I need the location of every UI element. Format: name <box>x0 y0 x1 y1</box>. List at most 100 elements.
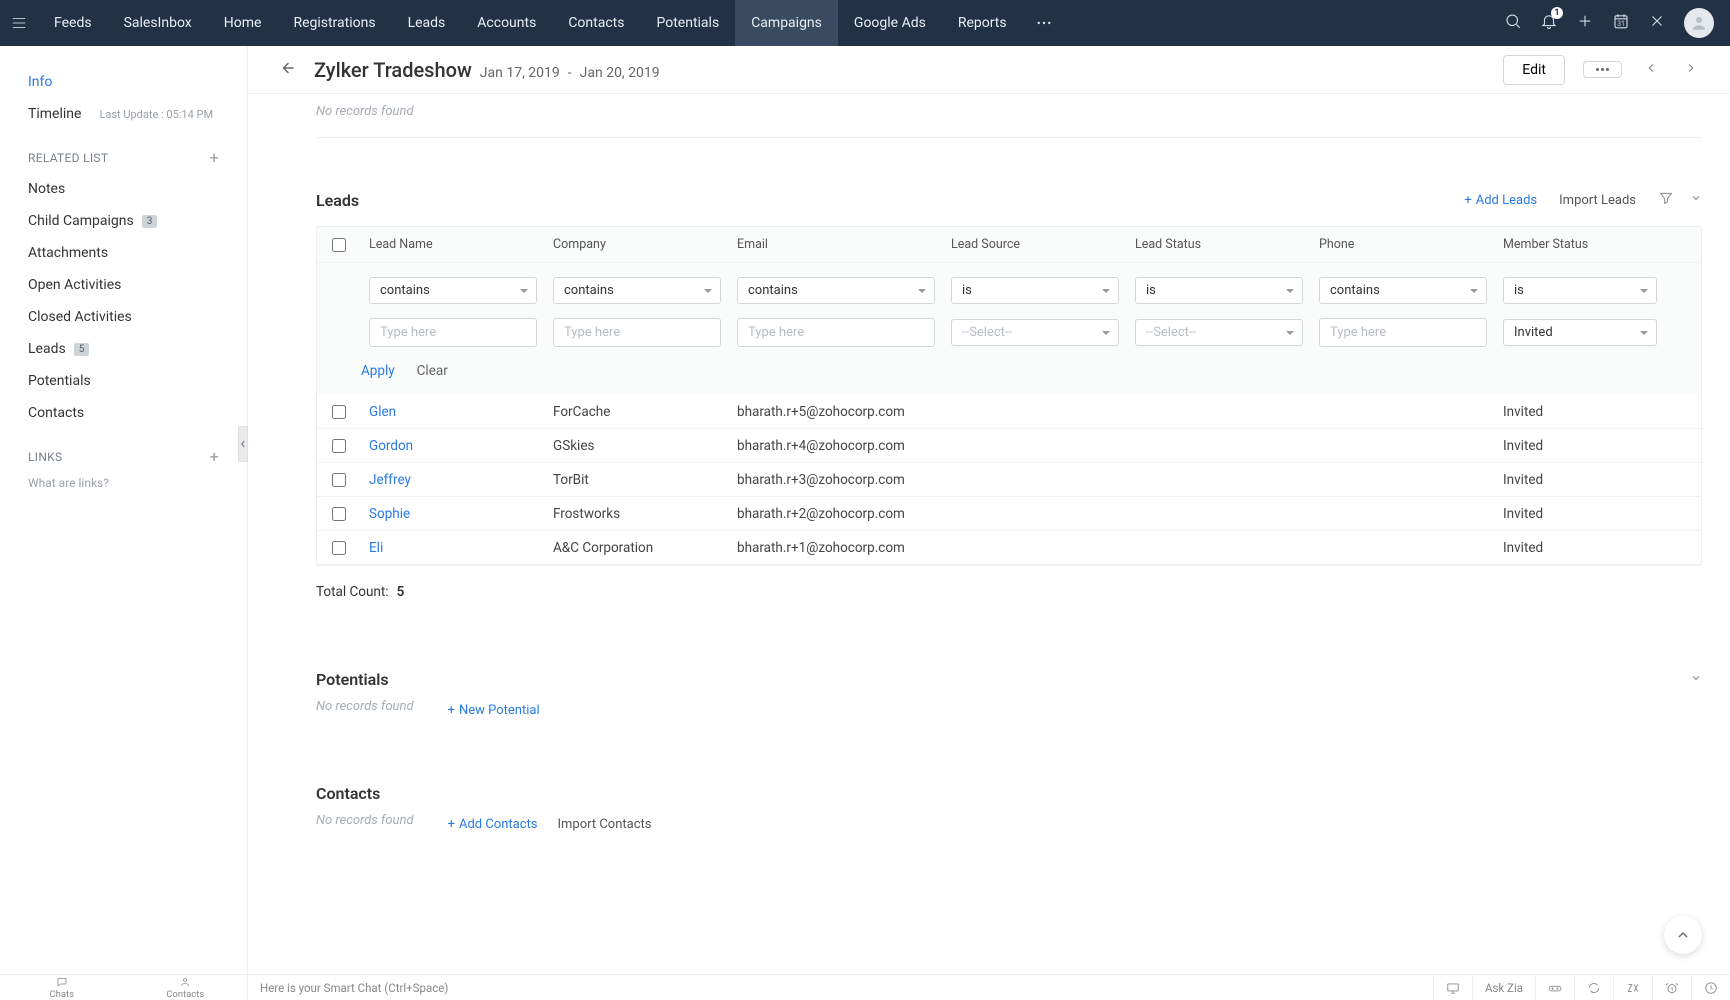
zia-logo-icon[interactable] <box>1613 975 1652 1000</box>
nav-feeds[interactable]: Feeds <box>38 0 108 46</box>
filter-op-lead-status[interactable]: is <box>1135 277 1303 304</box>
scroll-top-button[interactable] <box>1664 916 1702 954</box>
lead-name-link[interactable]: Glen <box>361 396 545 428</box>
col-company[interactable]: Company <box>545 227 729 262</box>
sidebar-item-child-campaigns[interactable]: Child Campaigns3 <box>0 205 247 237</box>
nav-google-ads[interactable]: Google Ads <box>838 0 942 46</box>
new-potential-button[interactable]: +New Potential <box>448 703 540 718</box>
avatar[interactable] <box>1684 8 1714 38</box>
filter-op-lead-source[interactable]: is <box>951 277 1119 304</box>
import-contacts-button[interactable]: Import Contacts <box>557 817 651 832</box>
sidebar-item-notes[interactable]: Notes <box>0 173 247 205</box>
row-checkbox[interactable] <box>332 439 346 453</box>
cell-email: bharath.r+5@zohocorp.com <box>729 396 943 428</box>
nav-leads[interactable]: Leads <box>392 0 462 46</box>
filter-op-lead-name[interactable]: contains <box>369 277 537 304</box>
leads-collapse-icon[interactable] <box>1690 192 1702 208</box>
filter-op-phone[interactable]: contains <box>1319 277 1487 304</box>
next-record-icon[interactable] <box>1680 57 1702 83</box>
filter-val-phone[interactable] <box>1319 318 1487 347</box>
col-lead-name[interactable]: Lead Name <box>361 227 545 262</box>
table-row[interactable]: GlenForCachebharath.r+5@zohocorp.comInvi… <box>317 395 1701 429</box>
prev-record-icon[interactable] <box>1640 57 1662 83</box>
col-phone[interactable]: Phone <box>1311 227 1495 262</box>
row-checkbox[interactable] <box>332 507 346 521</box>
nav-home[interactable]: Home <box>208 0 278 46</box>
nav-salesinbox[interactable]: SalesInbox <box>108 0 208 46</box>
alarm-icon[interactable] <box>1652 975 1691 1000</box>
nav-campaigns[interactable]: Campaigns <box>735 0 838 46</box>
nav-accounts[interactable]: Accounts <box>461 0 552 46</box>
search-icon[interactable] <box>1504 12 1522 34</box>
notifications-icon[interactable]: 1 <box>1540 12 1558 34</box>
sync-icon[interactable] <box>1574 975 1613 1000</box>
col-lead-status[interactable]: Lead Status <box>1127 227 1311 262</box>
col-lead-source[interactable]: Lead Source <box>943 227 1127 262</box>
sidebar-item-potentials[interactable]: Potentials <box>0 365 247 397</box>
sidebar-info[interactable]: Info <box>0 66 247 98</box>
ask-zia-button[interactable]: Ask Zia <box>1472 975 1535 1000</box>
col-email[interactable]: Email <box>729 227 943 262</box>
sidebar-timeline[interactable]: Timeline Last Update : 05:14 PM <box>0 98 247 130</box>
filter-val-lead-status[interactable]: --Select-- <box>1135 319 1303 346</box>
add-icon[interactable] <box>1576 12 1594 34</box>
import-leads-button[interactable]: Import Leads <box>1559 193 1636 208</box>
bottom-tab-contacts[interactable]: Contacts <box>124 975 248 1000</box>
back-arrow-icon[interactable] <box>276 58 296 82</box>
add-leads-button[interactable]: +Add Leads <box>1464 193 1537 208</box>
lead-name-link[interactable]: Jeffrey <box>361 464 545 496</box>
nav-reports[interactable]: Reports <box>942 0 1023 46</box>
row-checkbox[interactable] <box>332 405 346 419</box>
nav-contacts[interactable]: Contacts <box>552 0 640 46</box>
presentation-icon[interactable] <box>1433 975 1472 1000</box>
filter-val-company[interactable] <box>553 318 721 347</box>
gamepad-icon[interactable] <box>1535 975 1574 1000</box>
nav-potentials[interactable]: Potentials <box>640 0 735 46</box>
links-help[interactable]: What are links? <box>0 472 247 494</box>
more-actions-button[interactable] <box>1583 61 1622 78</box>
lead-name-link[interactable]: Sophie <box>361 498 545 530</box>
row-checkbox[interactable] <box>332 541 346 555</box>
filter-val-member-status[interactable]: Invited <box>1503 319 1657 346</box>
lead-name-link[interactable]: Gordon <box>361 430 545 462</box>
filter-val-lead-source[interactable]: --Select-- <box>951 319 1119 346</box>
select-all-checkbox[interactable] <box>332 238 346 252</box>
filter-icon[interactable] <box>1658 190 1674 210</box>
calendar-icon[interactable]: 31 <box>1612 12 1630 34</box>
row-checkbox[interactable] <box>332 473 346 487</box>
potentials-collapse-icon[interactable] <box>1690 672 1702 688</box>
cell-member: Invited <box>1495 498 1665 530</box>
sidebar-item-attachments[interactable]: Attachments <box>0 237 247 269</box>
sidebar-item-contacts[interactable]: Contacts <box>0 397 247 429</box>
filter-clear[interactable]: Clear <box>417 363 448 379</box>
filter-val-email[interactable] <box>737 318 935 347</box>
table-row[interactable]: EliA&C Corporationbharath.r+1@zohocorp.c… <box>317 531 1701 565</box>
sidebar-collapse-handle[interactable] <box>238 426 248 462</box>
filter-apply[interactable]: Apply <box>361 363 395 379</box>
add-related-icon[interactable]: + <box>210 148 219 167</box>
filter-op-member-status[interactable]: is <box>1503 277 1657 304</box>
content-scroll[interactable]: No records found Leads +Add Leads Import… <box>248 94 1730 974</box>
hamburger-icon[interactable] <box>0 14 38 32</box>
table-row[interactable]: JeffreyTorBitbharath.r+3@zohocorp.comInv… <box>317 463 1701 497</box>
record-header: Zylker Tradeshow Jan 17, 2019 - Jan 20, … <box>248 46 1730 94</box>
add-links-icon[interactable]: + <box>210 447 219 466</box>
table-row[interactable]: SophieFrostworksbharath.r+2@zohocorp.com… <box>317 497 1701 531</box>
tools-icon[interactable] <box>1648 12 1666 34</box>
sidebar-item-leads[interactable]: Leads5 <box>0 333 247 365</box>
history-icon[interactable] <box>1691 975 1730 1000</box>
sidebar-item-open-activities[interactable]: Open Activities <box>0 269 247 301</box>
filter-op-email[interactable]: contains <box>737 277 935 304</box>
table-row[interactable]: GordonGSkiesbharath.r+4@zohocorp.comInvi… <box>317 429 1701 463</box>
add-contacts-button[interactable]: +Add Contacts <box>448 817 538 832</box>
smart-chat-hint[interactable]: Here is your Smart Chat (Ctrl+Space) <box>248 981 1433 995</box>
nav-more-icon[interactable] <box>1023 14 1065 32</box>
sidebar-item-closed-activities[interactable]: Closed Activities <box>0 301 247 333</box>
nav-registrations[interactable]: Registrations <box>277 0 391 46</box>
filter-op-company[interactable]: contains <box>553 277 721 304</box>
bottom-tab-chats[interactable]: Chats <box>0 975 124 1000</box>
filter-val-lead-name[interactable] <box>369 318 537 347</box>
col-member-status[interactable]: Member Status <box>1495 227 1665 262</box>
edit-button[interactable]: Edit <box>1503 55 1565 85</box>
lead-name-link[interactable]: Eli <box>361 532 545 564</box>
